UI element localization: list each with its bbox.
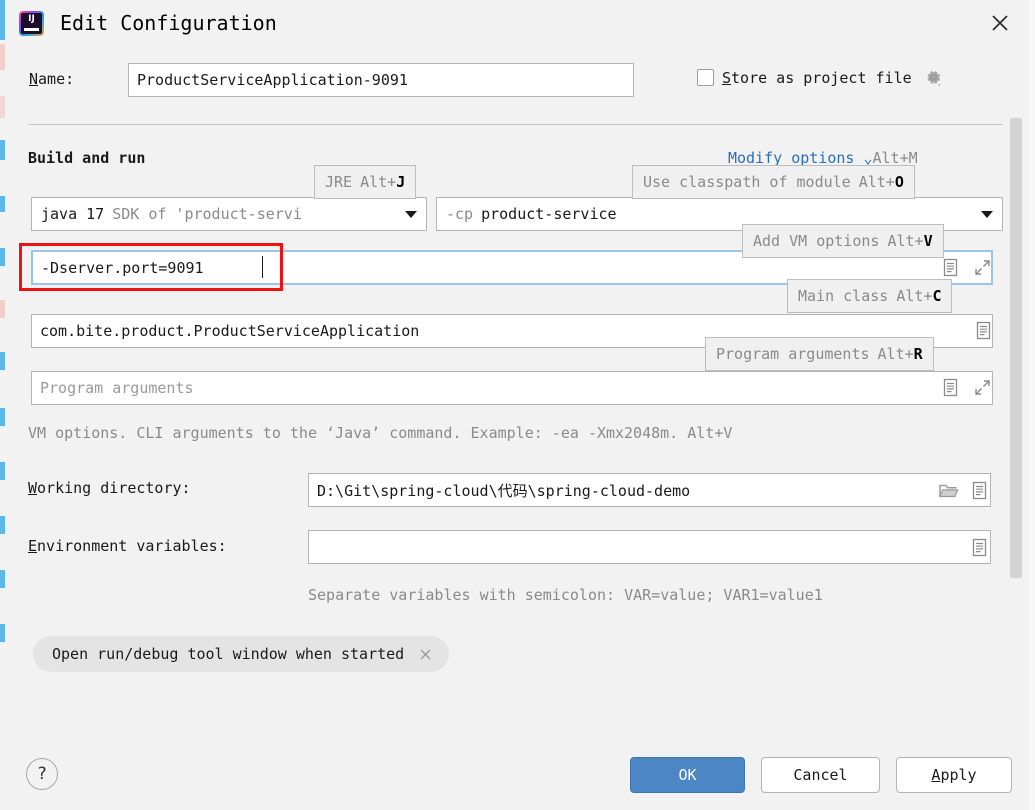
classpath-value: product-service <box>481 205 617 223</box>
close-icon[interactable] <box>987 10 1013 36</box>
chevron-down-icon[interactable] <box>981 210 993 218</box>
program-arguments-field-icons <box>942 378 992 401</box>
tooltip-jre: JRE Alt+J <box>314 165 417 199</box>
tooltip-shortcut: Alt+V <box>887 232 933 250</box>
tooltip-program-arguments: Program arguments Alt+R <box>705 337 934 371</box>
tooltip-shortcut: Alt+R <box>877 345 923 363</box>
edge-artifact <box>0 140 5 160</box>
close-icon[interactable] <box>418 647 433 662</box>
store-as-project-file-checkbox[interactable] <box>697 69 714 86</box>
tooltip-label: JRE <box>325 173 353 191</box>
insert-macro-icon[interactable] <box>942 378 959 401</box>
tooltip-main-class: Main class Alt+C <box>787 279 953 313</box>
tooltip-label: Main class <box>798 287 889 305</box>
edge-artifact <box>0 462 5 480</box>
edge-artifact <box>0 300 5 318</box>
insert-macro-icon[interactable] <box>975 321 992 344</box>
scrollbar-thumb[interactable] <box>1010 118 1022 578</box>
program-arguments-input[interactable] <box>31 371 993 405</box>
name-label: Name: <box>29 70 75 88</box>
jre-subtext: SDK of 'product-servi <box>112 205 302 223</box>
working-directory-input[interactable] <box>308 473 991 507</box>
environment-variables-input[interactable] <box>308 530 991 564</box>
tooltip-shortcut: Alt+J <box>360 173 406 191</box>
ok-button[interactable]: OK <box>630 757 745 793</box>
environment-variables-field-icons <box>971 538 988 561</box>
expand-icon[interactable] <box>973 378 992 401</box>
main-class-field-icons <box>975 321 992 344</box>
insert-macro-icon[interactable] <box>971 538 988 561</box>
right-edge-strip <box>1029 0 1035 810</box>
jre-value: java 17 <box>41 205 105 223</box>
edge-artifact <box>0 196 5 212</box>
help-button[interactable]: ? <box>26 758 58 790</box>
chevron-down-icon[interactable] <box>405 210 417 218</box>
store-as-project-file-row[interactable]: Store as project file <box>697 68 943 87</box>
working-directory-field-icons <box>938 481 988 504</box>
vm-options-hint: VM options. CLI arguments to the ‘Java’ … <box>28 424 733 442</box>
expand-icon[interactable] <box>973 258 992 281</box>
text-caret <box>262 256 263 278</box>
tooltip-shortcut: Alt+C <box>896 287 942 305</box>
tooltip-shortcut: Alt+O <box>858 173 904 191</box>
environment-variables-hint: Separate variables with semicolon: VAR=v… <box>308 586 823 604</box>
name-input[interactable] <box>128 63 634 97</box>
apply-button[interactable]: Apply <box>896 757 1012 793</box>
jre-combobox[interactable]: java 17 SDK of 'product-servi <box>31 197 427 231</box>
edge-artifact <box>0 248 5 266</box>
page-title: Edit Configuration <box>60 11 277 35</box>
insert-macro-icon[interactable] <box>942 258 959 281</box>
insert-macro-icon[interactable] <box>971 481 988 504</box>
cancel-button[interactable]: Cancel <box>761 757 880 793</box>
edge-artifact <box>0 44 5 70</box>
tooltip-add-vm-options: Add VM options Alt+V <box>742 224 944 258</box>
edge-artifact <box>0 570 5 588</box>
classpath-flag: -cp <box>446 205 474 223</box>
edge-artifact <box>0 96 5 118</box>
folder-icon[interactable] <box>938 481 959 504</box>
store-as-project-file-label[interactable]: Store as project file <box>722 69 912 87</box>
option-chip-label: Open run/debug tool window when started <box>52 645 405 663</box>
tooltip-label: Program arguments <box>716 345 870 363</box>
edge-artifact <box>0 624 5 642</box>
section-separator <box>28 124 1003 125</box>
tooltip-label: Add VM options <box>753 232 880 250</box>
dialog-titlebar: Edit Configuration <box>0 0 1035 46</box>
edge-artifact <box>0 352 5 370</box>
gear-icon[interactable] <box>924 68 943 87</box>
environment-variables-label: Environment variables: <box>28 537 227 555</box>
tooltip-label: Use classpath of module <box>643 173 851 191</box>
edge-artifact <box>0 516 5 534</box>
option-chip-open-tool-window[interactable]: Open run/debug tool window when started <box>33 636 450 672</box>
tooltip-use-classpath-of-module: Use classpath of module Alt+O <box>632 165 915 199</box>
vm-options-field-icons <box>942 258 992 281</box>
build-and-run-heading: Build and run <box>28 149 146 167</box>
working-directory-label: Working directory: <box>28 479 191 497</box>
edge-artifact <box>0 408 5 426</box>
edit-configuration-dialog: Edit Configuration Name: Store as projec… <box>0 0 1035 810</box>
intellij-idea-logo-icon <box>19 11 44 36</box>
